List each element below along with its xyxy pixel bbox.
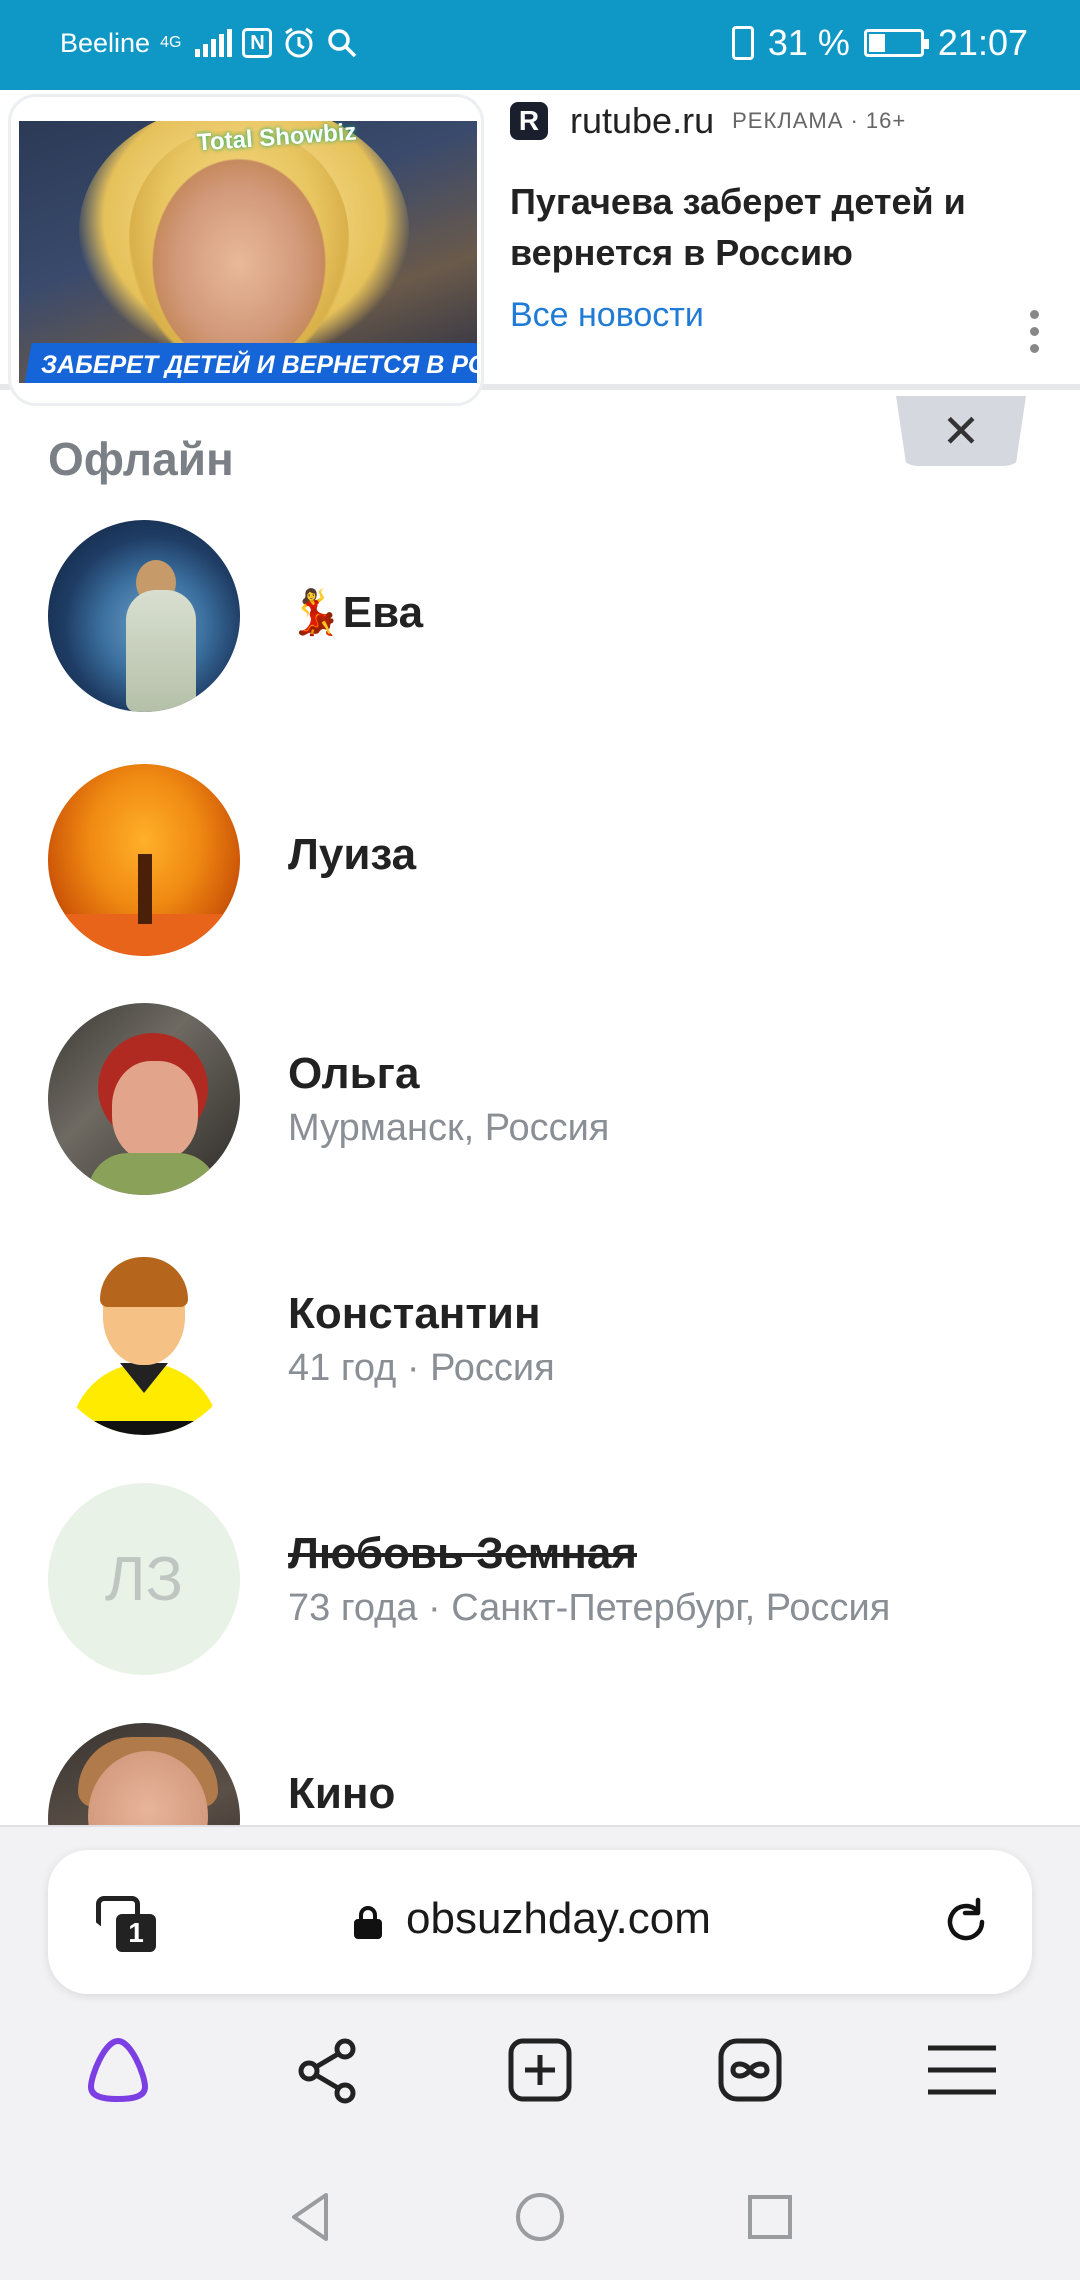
close-icon: ✕ <box>941 404 981 458</box>
section-title: Офлайн <box>48 433 234 485</box>
rutube-logo-icon: R <box>510 102 548 140</box>
reload-icon[interactable] <box>938 1894 994 1950</box>
contact-name: 💃Ева <box>288 588 424 637</box>
signal-icon <box>195 29 233 57</box>
contact-details: 73 года · Санкт-Петербург, Россия <box>288 1587 891 1629</box>
avatar[interactable] <box>48 1003 240 1195</box>
alice-icon[interactable] <box>78 2030 158 2110</box>
avatar[interactable] <box>48 520 240 712</box>
search-icon <box>328 29 357 58</box>
tab-count-badge: 1 <box>116 1914 156 1952</box>
ad-image-caption: ЗАБЕРЕТ ДЕТЕЙ И ВЕРНЕТСЯ В РОССИЮ <box>41 351 477 379</box>
recents-icon[interactable] <box>740 2187 800 2247</box>
contact-name: Кино <box>288 1769 396 1818</box>
ad-thumbnail-frame[interactable]: Total Showbiz ЗАБЕРЕТ ДЕТЕЙ И ВЕРНЕТСЯ В… <box>8 94 484 406</box>
list-item[interactable]: 💃Ева <box>0 520 1080 720</box>
carrier-label: Beeline <box>60 27 151 58</box>
avatar[interactable] <box>48 764 240 956</box>
status-right: 31 % 21:07 <box>731 22 1028 64</box>
battery-icon <box>863 29 929 57</box>
share-icon[interactable] <box>288 2030 368 2110</box>
battery-percent: 31 % <box>767 22 850 63</box>
list-item[interactable]: ЛЗ Любовь Земная 73 года · Санкт-Петербу… <box>0 1483 1080 1683</box>
list-item[interactable]: Луиза <box>0 764 1080 964</box>
ad-thumbnail-image[interactable]: Total Showbiz ЗАБЕРЕТ ДЕТЕЙ И ВЕРНЕТСЯ В… <box>19 121 477 383</box>
nfc-icon: N <box>242 28 273 58</box>
list-item[interactable]: Кино <box>0 1723 1080 1825</box>
avatar[interactable] <box>48 1243 240 1435</box>
ad-title[interactable]: Пугачева заберет детей и вернется в Росс… <box>510 176 990 278</box>
status-bar: Beeline 4G N 31 % 21:07 <box>0 0 1080 90</box>
ad-banner[interactable]: Total Showbiz ЗАБЕРЕТ ДЕТЕЙ И ВЕРНЕТСЯ В… <box>0 90 1080 406</box>
network-type-label: 4G <box>160 34 182 51</box>
avatar[interactable] <box>48 1723 240 1825</box>
contact-list[interactable]: 💃Ева Луиза Ольга Мурманск, Россия Конста… <box>0 520 1080 1825</box>
lock-icon <box>354 1906 382 1939</box>
address-bar[interactable]: 1 obsuzhday.com <box>48 1850 1032 1994</box>
list-item[interactable]: Ольга Мурманск, Россия <box>0 1003 1080 1203</box>
home-icon[interactable] <box>510 2187 570 2247</box>
ad-domain: rutube.ru <box>570 100 715 141</box>
ad-more-icon[interactable] <box>1030 310 1044 361</box>
ad-tag: РЕКЛАМА · 16+ <box>732 108 907 133</box>
system-nav-bar <box>0 2155 1080 2280</box>
new-tab-icon[interactable] <box>500 2030 580 2110</box>
contact-name: Константин <box>288 1289 541 1338</box>
contact-location: Мурманск, Россия <box>288 1107 610 1149</box>
list-item[interactable]: Константин 41 год · Россия <box>0 1243 1080 1443</box>
contact-name: Луиза <box>288 830 417 879</box>
ad-source: R rutube.ru РЕКЛАМА · 16+ <box>510 100 906 142</box>
ad-image-face <box>129 131 349 371</box>
tabs-button[interactable]: 1 <box>92 1890 156 1954</box>
ad-close-button[interactable]: ✕ <box>896 396 1026 466</box>
contact-details: 41 год · Россия <box>288 1347 555 1389</box>
ad-info[interactable]: R rutube.ru РЕКЛАМА · 16+ Пугачева забер… <box>510 90 1030 380</box>
back-icon[interactable] <box>280 2187 340 2247</box>
vibrate-icon <box>731 26 754 60</box>
ad-all-news-link[interactable]: Все новости <box>510 296 704 335</box>
avatar[interactable]: ЛЗ <box>48 1483 240 1675</box>
contact-name: Ольга <box>288 1049 420 1098</box>
browser-toolbar <box>0 2030 1080 2130</box>
url-text[interactable]: obsuzhday.com <box>406 1894 711 1944</box>
infinity-icon[interactable] <box>710 2030 790 2110</box>
clock: 21:07 <box>937 22 1028 63</box>
alarm-icon <box>285 27 314 58</box>
contact-name: Любовь Земная <box>288 1529 637 1578</box>
menu-icon[interactable] <box>922 2030 1002 2110</box>
status-left: Beeline 4G N <box>60 26 358 60</box>
